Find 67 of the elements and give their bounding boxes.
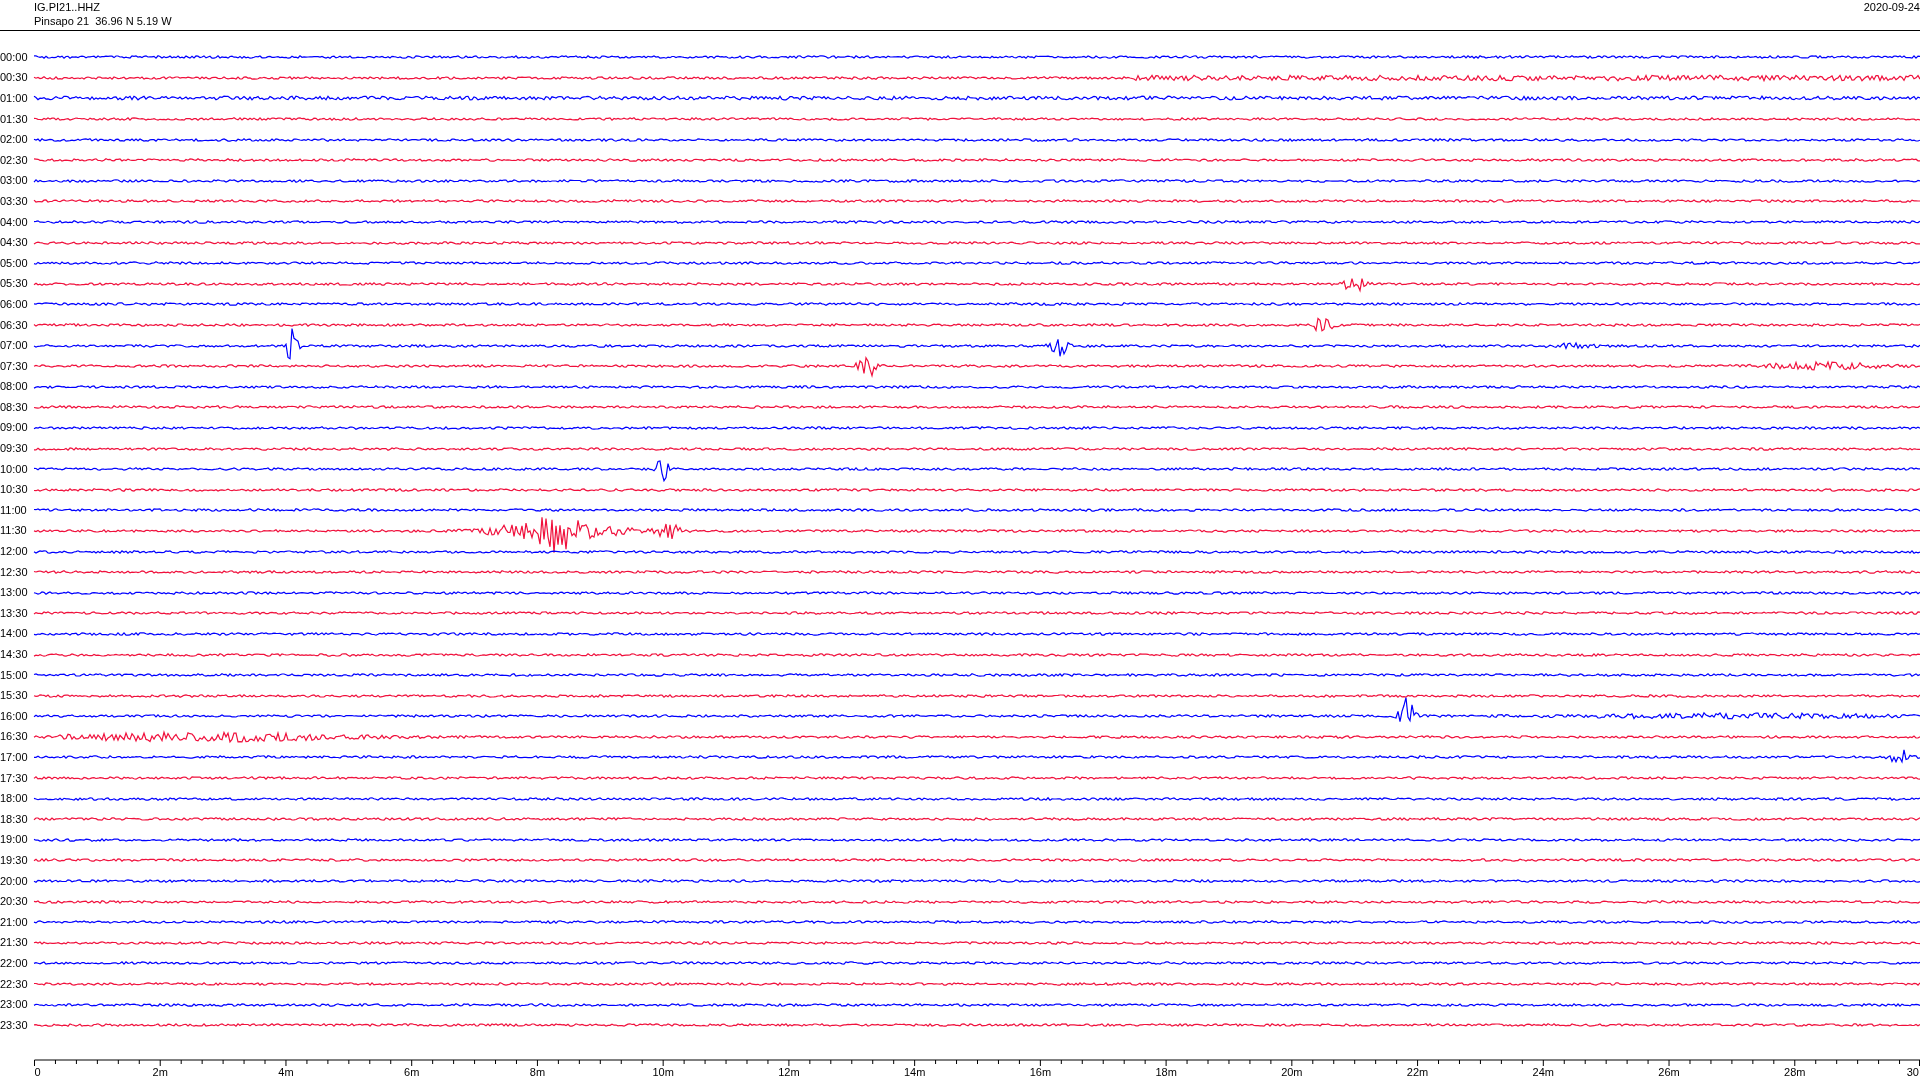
time-label: 21:00	[0, 915, 29, 929]
axis-label: 10m	[652, 1065, 674, 1078]
time-label: 23:00	[0, 998, 29, 1012]
axis-label: 4m	[278, 1065, 294, 1078]
axis-label: 14m	[903, 1065, 926, 1078]
time-label: 05:30	[0, 277, 29, 291]
time-label: 22:00	[0, 956, 29, 970]
axis-label: 2m	[152, 1065, 168, 1078]
time-label: 11:00	[0, 503, 28, 517]
time-label: 04:00	[0, 215, 29, 229]
axis-label: 28m	[1784, 1065, 1806, 1078]
time-label: 07:00	[0, 339, 29, 353]
time-label: 12:30	[0, 565, 29, 579]
time-label: 16:00	[0, 709, 29, 723]
time-label: 07:30	[0, 359, 29, 373]
time-label: 08:30	[0, 400, 29, 414]
time-label: 13:00	[0, 586, 29, 600]
time-label: 10:30	[0, 483, 29, 497]
time-label: 05:00	[0, 256, 29, 270]
time-label: 12:00	[0, 545, 29, 559]
axis-label: 16m	[1029, 1065, 1052, 1078]
time-label: 06:00	[0, 297, 29, 311]
axis-label: 20m	[1281, 1065, 1303, 1078]
axis-label: 30	[1906, 1065, 1919, 1078]
plot-date: 2020-09-24	[1863, 0, 1920, 14]
time-label: 18:00	[0, 792, 29, 806]
axis-label: 24m	[1532, 1065, 1554, 1078]
time-label: 23:30	[0, 1018, 29, 1032]
time-label: 16:30	[0, 730, 29, 744]
time-label: 13:30	[0, 606, 29, 620]
time-label: 21:30	[0, 936, 29, 950]
time-label: 11:30	[0, 524, 28, 538]
time-label: 20:00	[0, 874, 29, 888]
time-label: 02:00	[0, 133, 29, 147]
time-label: 18:30	[0, 812, 29, 826]
axis-label: 12m	[778, 1065, 800, 1078]
time-label: 19:30	[0, 853, 29, 867]
time-label: 06:30	[0, 318, 29, 332]
time-label: 03:00	[0, 174, 29, 188]
time-label: 09:00	[0, 421, 29, 435]
time-label: 22:30	[0, 977, 29, 991]
time-label: 01:30	[0, 112, 29, 126]
time-label: 19:00	[0, 833, 29, 847]
time-label: 08:00	[0, 380, 29, 394]
axis-label: 26m	[1658, 1065, 1680, 1078]
axis-label: 0	[34, 1065, 41, 1078]
axis-label: 8m	[529, 1065, 546, 1078]
station-info: Pinsapo 21 36.96 N 5.19 W	[34, 14, 172, 28]
time-label: 15:00	[0, 668, 29, 682]
time-label: 03:30	[0, 194, 29, 208]
time-label: 02:30	[0, 153, 29, 167]
time-label: 14:30	[0, 648, 29, 661]
time-label: 10:00	[0, 462, 29, 476]
axis-label: 18m	[1155, 1065, 1177, 1078]
time-label: 00:00	[0, 50, 29, 64]
time-label: 14:00	[0, 627, 29, 641]
channel-code: IG.PI21..HHZ	[34, 0, 102, 14]
time-label: 17:00	[0, 751, 29, 764]
time-label: 15:30	[0, 689, 29, 703]
time-label: 09:30	[0, 442, 29, 456]
time-label: 04:30	[0, 236, 29, 250]
time-label: 00:30	[0, 71, 29, 85]
time-label: 01:00	[0, 92, 29, 105]
time-label: 17:30	[0, 771, 29, 785]
time-label: 20:30	[0, 895, 29, 909]
axis-label: 22m	[1406, 1065, 1429, 1078]
axis-label: 6m	[404, 1065, 420, 1078]
